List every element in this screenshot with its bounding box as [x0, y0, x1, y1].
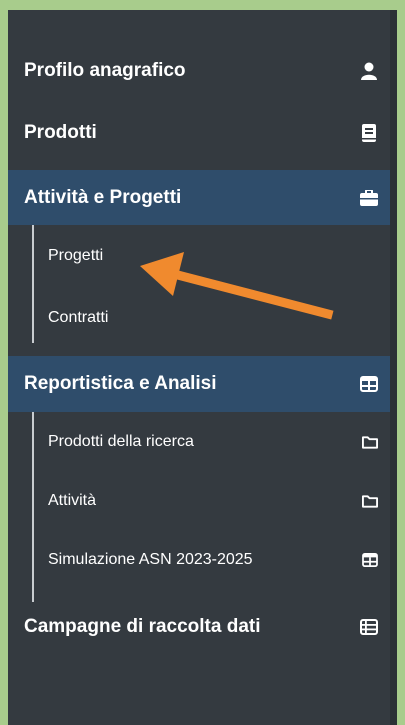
menu-item-activities[interactable]: Attività e Progetti — [8, 170, 390, 225]
briefcase-icon — [360, 189, 378, 207]
menu-item-products-label: Prodotti — [24, 122, 97, 143]
submenu-item-simulazione-asn-label: Simulazione ASN 2023-2025 — [48, 551, 253, 568]
submenu-item-prodotti-ricerca-label: Prodotti della ricerca — [48, 433, 194, 450]
folder-icon — [362, 434, 378, 450]
menu-item-products[interactable]: Prodotti — [8, 110, 390, 156]
submenu-line-activities — [32, 225, 34, 343]
menu-item-reporting[interactable]: Reportistica e Analisi — [8, 356, 390, 412]
menu-item-campaigns-label: Campagne di raccolta dati — [24, 616, 261, 637]
table-icon — [362, 552, 378, 568]
menu-item-profile[interactable]: Profilo anagrafico — [8, 48, 390, 94]
submenu-item-prodotti-ricerca[interactable]: Prodotti della ricerca — [48, 424, 390, 460]
menu-item-reporting-label: Reportistica e Analisi — [24, 373, 217, 394]
menu-item-activities-label: Attività e Progetti — [24, 186, 182, 208]
submenu-item-attivita[interactable]: Attività — [48, 483, 390, 519]
submenu-item-progetti-label: Progetti — [48, 247, 104, 264]
folder-icon — [362, 493, 378, 509]
book-icon — [360, 124, 378, 142]
submenu-item-contratti-label: Contratti — [48, 309, 109, 326]
submenu-item-progetti[interactable]: Progetti — [48, 238, 390, 274]
sidebar: Profilo anagrafico Prodotti Attività e P… — [8, 10, 397, 725]
submenu-line-reporting — [32, 412, 34, 602]
submenu-item-simulazione-asn[interactable]: Simulazione ASN 2023-2025 — [48, 542, 390, 578]
list-table-icon — [360, 618, 378, 636]
submenu-item-attivita-label: Attività — [48, 492, 97, 509]
menu-item-campaigns[interactable]: Campagne di raccolta dati — [8, 604, 390, 650]
table-icon — [360, 375, 378, 393]
menu-item-profile-label: Profilo anagrafico — [24, 60, 186, 81]
sidebar-scroll-edge — [390, 10, 397, 725]
user-icon — [360, 62, 378, 80]
submenu-item-contratti[interactable]: Contratti — [48, 300, 390, 336]
